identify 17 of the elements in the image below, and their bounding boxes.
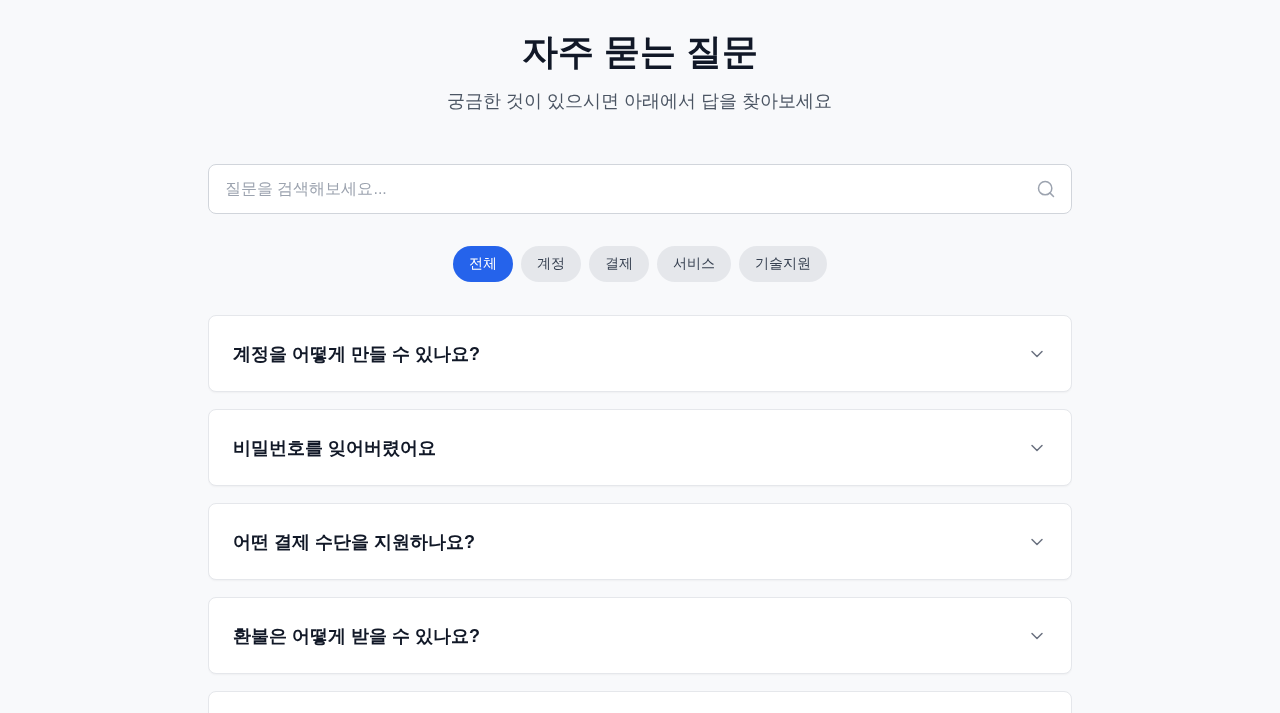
- faq-card[interactable]: 어떤 결제 수단을 지원하나요?: [208, 503, 1072, 580]
- faq-card[interactable]: 환불은 어떻게 받을 수 있나요?: [208, 597, 1072, 674]
- faq-card[interactable]: 계정을 어떻게 만들 수 있나요?: [208, 315, 1072, 392]
- category-tab[interactable]: 서비스: [657, 246, 731, 282]
- category-tab[interactable]: 기술지원: [739, 246, 827, 282]
- faq-question: 어떤 결제 수단을 지원하나요?: [233, 530, 475, 554]
- faq-question: 계정을 어떻게 만들 수 있나요?: [233, 342, 480, 366]
- search-field[interactable]: 질문을 검색해보세요...: [208, 164, 1072, 214]
- category-tab[interactable]: 결제: [589, 246, 649, 282]
- faq-question: 비밀번호를 잊어버렸어요: [233, 436, 436, 460]
- faq-question: 환불은 어떻게 받을 수 있나요?: [233, 624, 480, 648]
- faq-card[interactable]: 비밀번호를 잊어버렸어요: [208, 409, 1072, 486]
- page-subtitle: 궁금한 것이 있으시면 아래에서 답을 찾아보세요: [447, 90, 833, 113]
- search-icon: [1036, 179, 1056, 199]
- category-tab[interactable]: 전체: [453, 246, 513, 282]
- page-title: 자주 묻는 질문: [522, 30, 758, 74]
- category-tab[interactable]: 계정: [521, 246, 581, 282]
